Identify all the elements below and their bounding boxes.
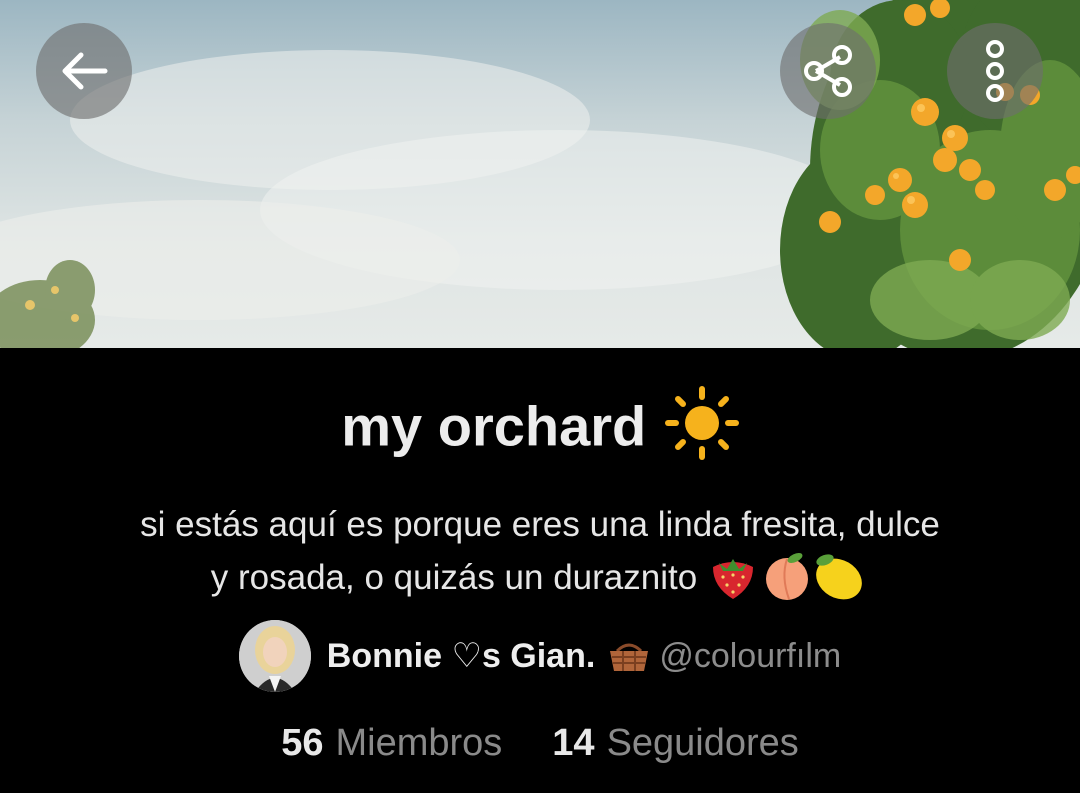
community-screen: my orchard si estás aquí es porque eres … [0,0,1080,793]
back-button[interactable] [36,23,132,119]
members-count: 56 [281,722,324,764]
followers-stat[interactable]: 14 Seguidores [552,722,799,765]
share-icon [804,45,852,97]
arrow-left-icon [62,52,108,90]
fruit-emojis [713,552,863,600]
orange-tree-illustration [0,0,1080,348]
lemon-icon [816,554,863,600]
author-row[interactable]: Bonnie ♡s Gian. @colourfılm [0,620,1080,692]
author-handle[interactable]: @colourfılm [659,637,841,676]
members-stat[interactable]: 56 Miembros [281,722,502,765]
more-options-button[interactable] [947,23,1043,119]
description-line-1: si estás aquí es porque eres una linda f… [140,505,940,544]
followers-label: Seguidores [606,722,799,764]
basket-icon [610,643,649,671]
strawberry-icon [713,558,754,599]
peach-icon [766,552,809,600]
avatar-image [238,620,311,692]
community-title: my orchard [341,394,647,458]
community-title-row: my orchard [0,386,1080,460]
community-description: si estás aquí es porque eres una linda f… [20,498,1060,604]
banner-image [0,0,1080,348]
members-label: Miembros [335,722,503,764]
share-button[interactable] [780,23,876,119]
more-vertical-icon [986,40,1004,102]
author-name[interactable]: Bonnie ♡s Gian. [327,636,596,676]
avatar[interactable] [238,620,311,692]
followers-count: 14 [552,722,595,764]
sun-icon [664,386,739,460]
stats-row: 56 Miembros 14 Seguidores [0,722,1080,765]
description-line-2: y rosada, o quizás un duraznito [210,558,698,597]
